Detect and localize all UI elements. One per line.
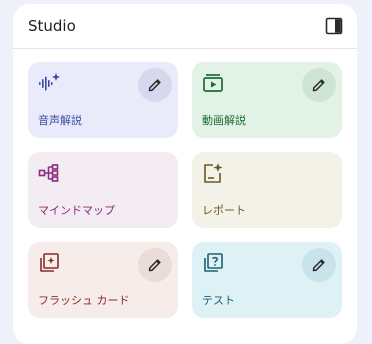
card-label: フラッシュ カード (38, 294, 130, 307)
card-label: 音声解説 (38, 114, 82, 127)
card-video-overview[interactable]: 動画解説 (192, 62, 342, 138)
card-label: マインドマップ (38, 204, 115, 217)
card-label: 動画解説 (202, 114, 246, 127)
panel-title: Studio (28, 17, 76, 35)
card-quiz[interactable]: テスト (192, 242, 342, 318)
card-mind-map[interactable]: マインドマップ (28, 152, 178, 228)
card-label: レポート (202, 204, 246, 217)
mind-map-icon (38, 164, 59, 182)
pencil-icon (148, 259, 161, 272)
audio-waveform-sparkle-icon (39, 73, 60, 91)
edit-quiz-button[interactable] (302, 248, 336, 282)
video-slideshow-icon (203, 74, 223, 92)
edit-flashcards-button[interactable] (138, 248, 172, 282)
flashcards-icon (40, 253, 59, 272)
card-flashcards[interactable]: フラッシュ カード (28, 242, 178, 318)
pencil-icon (148, 79, 161, 92)
card-audio-overview[interactable]: 音声解説 (28, 62, 178, 138)
card-report[interactable]: レポート (192, 152, 342, 228)
edit-audio-overview-button[interactable] (138, 68, 172, 102)
dock-panel-icon (325, 17, 343, 35)
pencil-icon (312, 79, 325, 92)
report-sparkle-icon (204, 163, 223, 183)
card-label: テスト (202, 294, 235, 307)
studio-header: Studio (13, 4, 357, 49)
pencil-icon (312, 259, 325, 272)
quiz-icon (204, 253, 223, 272)
studio-panel: Studio 音声解説 動画解説 マインドマップ レポート フラッシュ カード … (13, 4, 357, 344)
edit-video-overview-button[interactable] (302, 68, 336, 102)
toggle-panel-button[interactable] (321, 13, 347, 39)
